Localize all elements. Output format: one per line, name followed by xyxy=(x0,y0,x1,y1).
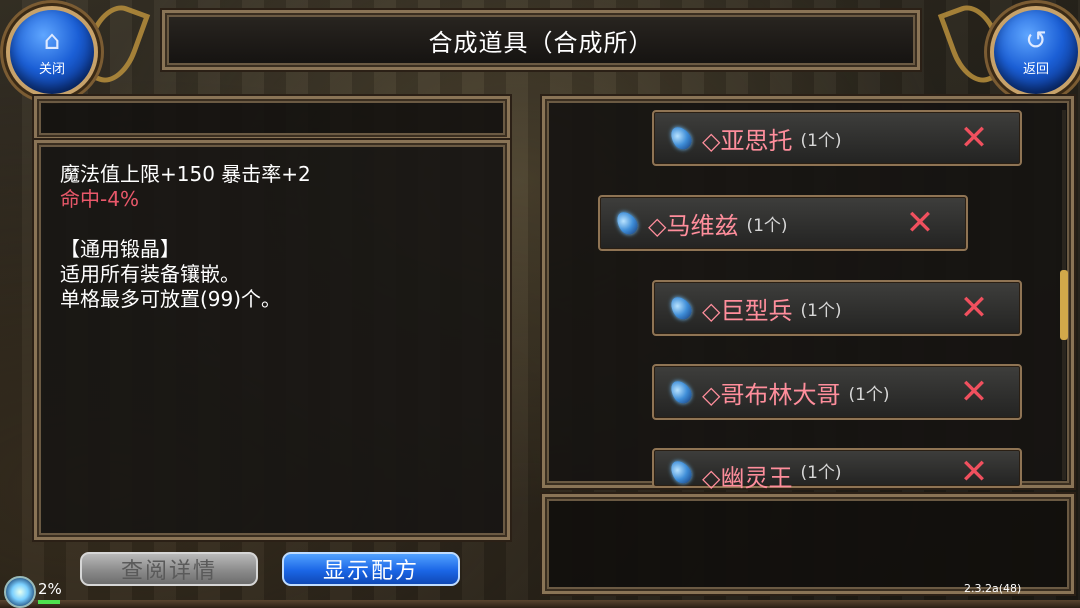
remove-icon[interactable]: ✕ xyxy=(958,455,990,489)
desc-line-1: 适用所有装备镶嵌。 xyxy=(60,262,240,286)
bottom-border xyxy=(0,600,1080,608)
list-item[interactable]: ◇马维兹 (1个) ✕ xyxy=(598,195,968,251)
item-count: (1个) xyxy=(800,300,842,321)
result-panel xyxy=(542,494,1074,594)
item-name: ◇马维兹 xyxy=(648,211,739,240)
blue-crystal-icon xyxy=(614,209,642,237)
back-button[interactable]: ↺ 返回 xyxy=(990,6,1080,98)
return-arrow-icon: ↺ xyxy=(1025,25,1047,56)
blue-crystal-icon xyxy=(668,458,696,486)
stats-line: 魔法值上限+150 暴击率+2 xyxy=(60,162,311,186)
remove-icon[interactable]: ✕ xyxy=(958,291,990,325)
network-status-icon xyxy=(4,576,36,608)
status-percent: 2% xyxy=(38,580,62,598)
list-item[interactable]: ◇幽灵王 (1个) ✕ xyxy=(652,448,1022,492)
page-title: 合成道具（合成所） xyxy=(428,28,654,57)
item-name: ◇哥布林大哥 xyxy=(702,380,841,409)
list-item[interactable]: ◇巨型兵 (1个) ✕ xyxy=(652,280,1022,336)
item-name: ◇幽灵王 xyxy=(702,464,793,492)
title-bar: 合成道具（合成所） xyxy=(162,10,920,70)
penalty-line: 命中-4% xyxy=(60,187,139,211)
desc-line-2: 单格最多可放置(99)个。 xyxy=(60,287,282,311)
view-details-button[interactable]: 查阅详情 xyxy=(80,552,258,586)
blue-crystal-icon xyxy=(668,124,696,152)
item-name: ◇亚思托 xyxy=(702,126,793,155)
list-item[interactable]: ◇哥布林大哥 (1个) ✕ xyxy=(652,364,1022,420)
item-description: 魔法值上限+150 暴击率+2 命中-4% 【通用锻晶】 适用所有装备镶嵌。 单… xyxy=(60,162,311,312)
status-progress-bar xyxy=(38,600,60,604)
category-line: 【通用锻晶】 xyxy=(60,237,180,261)
show-recipe-button[interactable]: 显示配方 xyxy=(282,552,460,586)
item-name: ◇巨型兵 xyxy=(702,296,793,325)
blue-crystal-icon xyxy=(668,294,696,322)
home-icon: ⌂ xyxy=(43,25,61,56)
item-count: (1个) xyxy=(746,215,788,236)
item-count: (1个) xyxy=(848,384,890,405)
item-count: (1个) xyxy=(800,463,842,483)
info-panel-header xyxy=(34,96,510,140)
close-button[interactable]: ⌂ 关闭 xyxy=(6,6,98,98)
list-item[interactable]: ◇亚思托 (1个) ✕ xyxy=(652,110,1022,166)
remove-icon[interactable]: ✕ xyxy=(958,121,990,155)
scrollbar-thumb[interactable] xyxy=(1060,270,1068,340)
version-label: 2.3.2a(48) xyxy=(964,582,1022,595)
item-count: (1个) xyxy=(800,130,842,151)
close-label: 关闭 xyxy=(38,61,65,77)
remove-icon[interactable]: ✕ xyxy=(958,375,990,409)
back-label: 返回 xyxy=(1022,61,1049,77)
blue-crystal-icon xyxy=(668,378,696,406)
remove-icon[interactable]: ✕ xyxy=(904,206,936,240)
